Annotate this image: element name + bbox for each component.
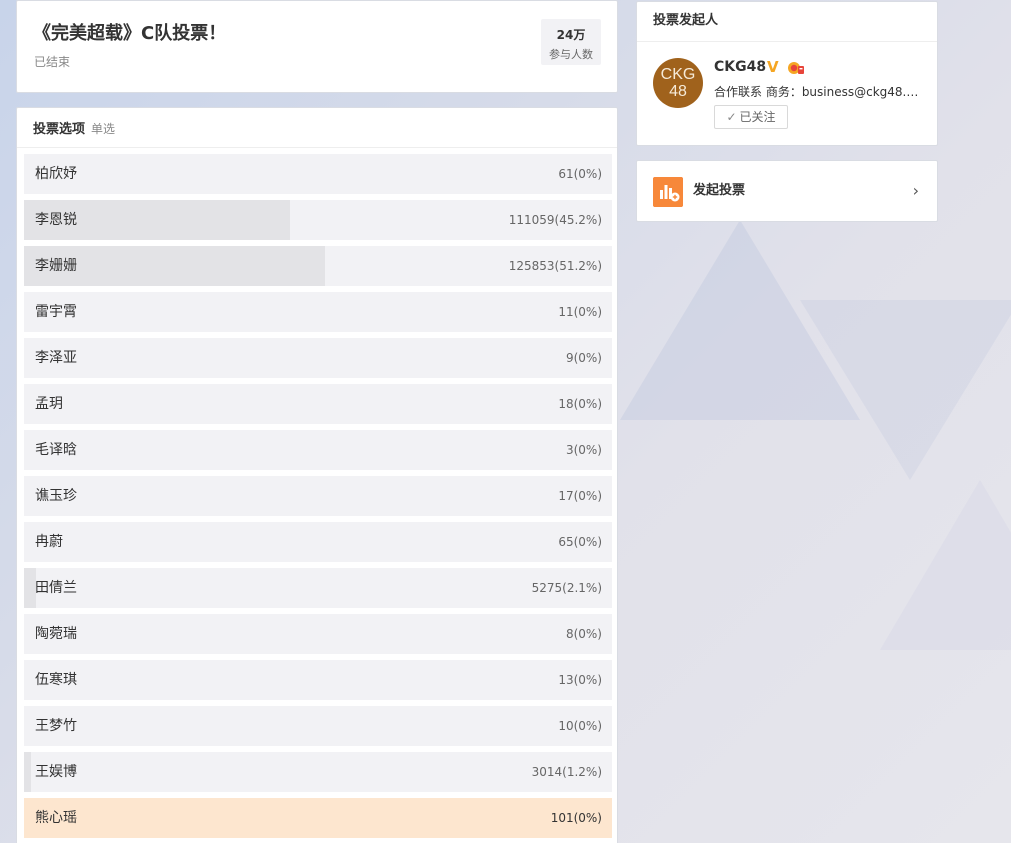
participants-count: 24万 xyxy=(556,28,586,42)
option-row[interactable]: 陶菀瑞 8(0%) xyxy=(24,614,612,654)
contact-info: 合作联系 商务：business@ckg48.com xyxy=(714,85,924,99)
option-count: 9(0%) xyxy=(565,351,602,365)
option-row[interactable]: 柏欣妤 61(0%) xyxy=(24,154,612,194)
option-name: 谯玉珍 xyxy=(35,488,77,504)
option-row[interactable]: 孟玥 18(0%) xyxy=(24,384,612,424)
option-name: 王娱博 xyxy=(35,764,77,780)
option-name: 熊心瑶 xyxy=(35,810,77,826)
option-count: 101(0%) xyxy=(550,811,602,825)
option-name: 柏欣妤 xyxy=(35,166,77,182)
start-vote-label: 发起投票 xyxy=(693,183,746,198)
participants-label: 参与人数 xyxy=(549,48,593,61)
avatar-text-top: CKG xyxy=(660,66,696,83)
options-mode: 单选 xyxy=(91,122,116,136)
option-row[interactable]: 熊心瑶 101(0%) xyxy=(24,798,612,838)
background-shape xyxy=(800,300,1011,480)
poll-status: 已结束 xyxy=(34,55,71,69)
option-row[interactable]: 雷宇霄 11(0%) xyxy=(24,292,612,332)
option-name: 李恩锐 xyxy=(35,212,77,228)
option-row[interactable]: 毛译晗 3(0%) xyxy=(24,430,612,470)
poll-title: 《完美超载》C队投票！ xyxy=(33,23,227,44)
option-count: 3(0%) xyxy=(565,443,602,457)
options-header: 投票选项 单选 xyxy=(17,108,617,148)
option-row[interactable]: 冉蔚 65(0%) xyxy=(24,522,612,562)
option-row[interactable]: 田倩兰 5275(2.1%) xyxy=(24,568,612,608)
option-count: 65(0%) xyxy=(558,535,602,549)
option-row[interactable]: 王梦竹 10(0%) xyxy=(24,706,612,746)
participants-box: 24万 参与人数 xyxy=(541,19,601,65)
option-row[interactable]: 李姗姗 125853(51.2%) xyxy=(24,246,612,286)
chevron-right-icon: › xyxy=(912,181,919,200)
options-panel: 投票选项 单选 柏欣妤 61(0%) 李恩锐 111059(45.2%) 李姗姗 12585… xyxy=(16,107,618,843)
option-count: 13(0%) xyxy=(558,673,602,687)
followed-label: 已关注 xyxy=(739,110,776,124)
options-title: 投票选项 xyxy=(33,122,86,137)
option-count: 18(0%) xyxy=(558,397,602,411)
option-count: 125853(51.2%) xyxy=(508,259,602,273)
option-count: 111059(45.2%) xyxy=(508,213,602,227)
medal-icon xyxy=(788,62,804,74)
username-link[interactable]: CKG48 xyxy=(714,59,766,75)
option-name: 冉蔚 xyxy=(35,534,63,550)
option-count: 5275(2.1%) xyxy=(531,581,602,595)
start-vote-button[interactable]: 发起投票 › xyxy=(636,160,938,222)
option-name: 伍寒琪 xyxy=(35,672,77,688)
option-name: 王梦竹 xyxy=(35,718,77,734)
option-name: 陶菀瑞 xyxy=(35,626,77,642)
option-name: 田倩兰 xyxy=(35,580,77,596)
option-count: 17(0%) xyxy=(558,489,602,503)
option-row[interactable]: 李泽亚 9(0%) xyxy=(24,338,612,378)
option-row[interactable]: 谯玉珍 17(0%) xyxy=(24,476,612,516)
avatar-text-bottom: 48 xyxy=(669,83,687,100)
option-count: 8(0%) xyxy=(565,627,602,641)
initiator-panel: 投票发起人 CKG 48 CKG48 V 合作联系 商务：business@ck… xyxy=(636,1,938,146)
option-row[interactable]: 王娱博 3014(1.2%) xyxy=(24,752,612,792)
option-count: 10(0%) xyxy=(558,719,602,733)
followed-button[interactable]: ✓ 已关注 xyxy=(714,105,788,129)
check-icon: ✓ xyxy=(726,110,737,124)
option-name: 孟玥 xyxy=(35,396,63,412)
option-row[interactable]: 伍寒琪 13(0%) xyxy=(24,660,612,700)
option-name: 李泽亚 xyxy=(35,350,77,366)
option-progress-bar xyxy=(24,752,32,792)
option-name: 毛译晗 xyxy=(35,442,77,458)
background-shape xyxy=(880,480,1011,650)
verified-v-icon: V xyxy=(767,58,779,76)
option-row[interactable]: 李恩锐 111059(45.2%) xyxy=(24,200,612,240)
option-name: 李姗姗 xyxy=(35,258,77,274)
avatar[interactable]: CKG 48 xyxy=(653,58,703,108)
option-count: 3014(1.2%) xyxy=(531,765,602,779)
initiator-header: 投票发起人 xyxy=(637,2,937,42)
poll-title-card: 《完美超载》C队投票！ 已结束 24万 参与人数 xyxy=(16,0,618,93)
option-count: 61(0%) xyxy=(558,167,602,181)
option-list: 柏欣妤 61(0%) 李恩锐 111059(45.2%) 李姗姗 125853(51.2%… xyxy=(24,154,612,843)
option-count: 11(0%) xyxy=(558,305,602,319)
poll-chart-icon xyxy=(653,177,683,207)
option-name: 雷宇霄 xyxy=(35,304,77,320)
